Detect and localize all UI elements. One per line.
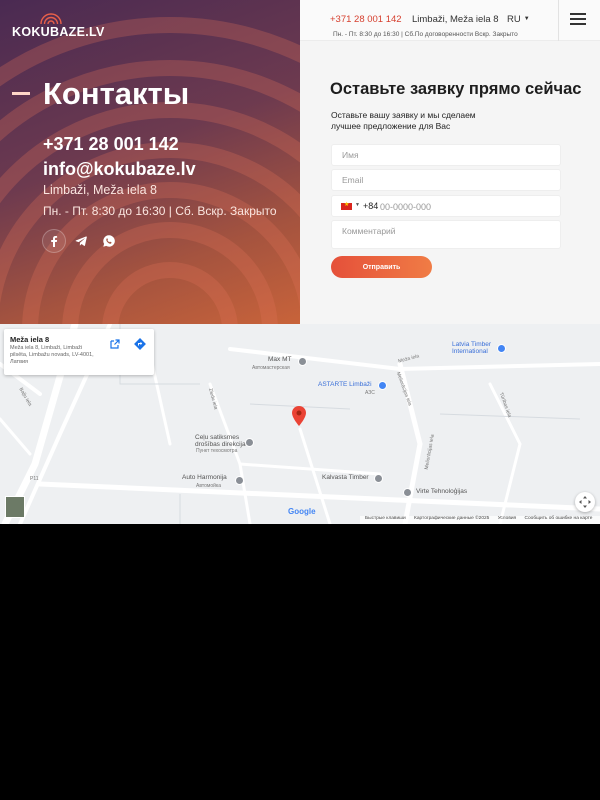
hamburger-line <box>570 18 586 20</box>
whatsapp-link[interactable] <box>97 229 121 253</box>
name-field[interactable] <box>331 144 561 166</box>
place-category: Пункт техосмотра <box>196 448 238 454</box>
map-poi-icon[interactable] <box>374 474 383 483</box>
road-number-label: P11 <box>30 476 39 482</box>
contact-address: Limbaži, Meža iela 8 <box>43 183 157 197</box>
email-field[interactable] <box>331 169 561 191</box>
header-hours: Пн. - Пт. 8:30 до 16:30 | Сб.По договоре… <box>333 31 518 38</box>
place-label[interactable]: Latvia Timber International <box>452 341 498 355</box>
map-info-card: Meža iela 8 Meža iela 8, Limbaži, Limbaž… <box>4 329 154 375</box>
map-poi-icon[interactable] <box>298 357 307 366</box>
title-dash <box>12 92 30 95</box>
map-camera-control-button[interactable] <box>575 492 595 512</box>
language-switcher[interactable]: RU ▼ <box>507 14 530 25</box>
language-label: RU <box>507 14 521 25</box>
logo[interactable]: KOKUBAZE.LV <box>12 10 104 40</box>
terms-link[interactable]: Условия <box>498 516 516 521</box>
place-label[interactable]: Kalvasta Timber <box>322 474 369 481</box>
page-title: Контакты <box>43 76 190 111</box>
location-pin-icon[interactable] <box>292 406 306 426</box>
header-phone-link[interactable]: +371 28 001 142 <box>330 14 402 25</box>
header-address: Limbaži, Meža iela 8 <box>412 14 499 25</box>
google-logo: Google <box>288 507 316 516</box>
whatsapp-icon <box>103 235 115 247</box>
card-address: Meža iela 8, Limbaži, Limbaži pilsēta, L… <box>10 345 94 365</box>
form-subtitle: Оставьте вашу заявку и мы сделаем лучшее… <box>331 110 476 131</box>
place-label[interactable]: Virte Tehnoloģijas <box>416 488 467 495</box>
phone-field-wrapper: ▼ +84 <box>331 195 561 217</box>
contact-phone-link[interactable]: +371 28 001 142 <box>43 134 179 155</box>
move-arrows-icon <box>579 496 591 508</box>
map[interactable]: Max MT Автомастерская ASTARTE Limbaži АЗ… <box>0 324 600 524</box>
report-error-link[interactable]: Сообщить об ошибке на карте <box>525 516 593 521</box>
facebook-link[interactable] <box>42 229 66 253</box>
dial-code: +84 <box>363 201 379 211</box>
map-poi-icon[interactable] <box>497 344 506 353</box>
map-data-label: Картографические данные ©2025 <box>414 516 490 521</box>
contacts-hero: KOKUBAZE.LV Контакты +371 28 001 142 inf… <box>0 0 300 324</box>
logo-text: KOKUBAZE.LV <box>12 25 105 39</box>
street-view-thumbnail[interactable] <box>5 496 25 518</box>
place-label[interactable]: Auto Harmonija <box>182 474 227 481</box>
chevron-down-icon[interactable]: ▼ <box>355 202 360 208</box>
logo-arches-icon <box>40 13 62 24</box>
gas-station-icon[interactable] <box>378 381 387 390</box>
map-attribution: Быстрые клавиши Картографические данные … <box>360 516 600 524</box>
chevron-down-icon: ▼ <box>523 16 530 23</box>
country-flag-icon[interactable] <box>341 201 352 210</box>
place-category: Автомойка <box>196 483 221 489</box>
form-title: Оставьте заявку прямо сейчас <box>330 80 582 98</box>
comment-field[interactable] <box>331 220 561 249</box>
telegram-icon <box>75 236 87 246</box>
facebook-icon <box>51 236 58 247</box>
place-label[interactable]: ASTARTE Limbaži <box>318 381 372 388</box>
hamburger-line <box>570 23 586 25</box>
telegram-link[interactable] <box>69 229 93 253</box>
menu-divider <box>558 0 559 41</box>
open-in-maps-icon[interactable] <box>109 338 121 350</box>
place-label[interactable]: Max MT <box>268 356 291 363</box>
map-poi-icon[interactable] <box>245 438 254 447</box>
place-category: Автомастерская <box>252 365 290 371</box>
submit-button[interactable]: Отправить <box>331 256 432 278</box>
hamburger-line <box>570 13 586 15</box>
contact-email-link[interactable]: info@kokubaze.lv <box>43 159 196 180</box>
phone-field[interactable] <box>380 199 550 214</box>
map-poi-icon[interactable] <box>235 476 244 485</box>
hamburger-menu-button[interactable] <box>570 13 586 27</box>
top-bar: +371 28 001 142 Limbaži, Meža iela 8 RU ▼… <box>300 0 600 41</box>
map-poi-icon[interactable] <box>403 488 412 497</box>
keyboard-shortcuts-link[interactable]: Быстрые клавиши <box>365 516 406 521</box>
contact-hours: Пн. - Пт. 8:30 до 16:30 | Сб. Вскр. Закр… <box>43 204 277 218</box>
place-category: АЗС <box>365 390 375 396</box>
directions-icon[interactable] <box>134 338 146 350</box>
card-title: Meža iela 8 <box>10 335 50 344</box>
